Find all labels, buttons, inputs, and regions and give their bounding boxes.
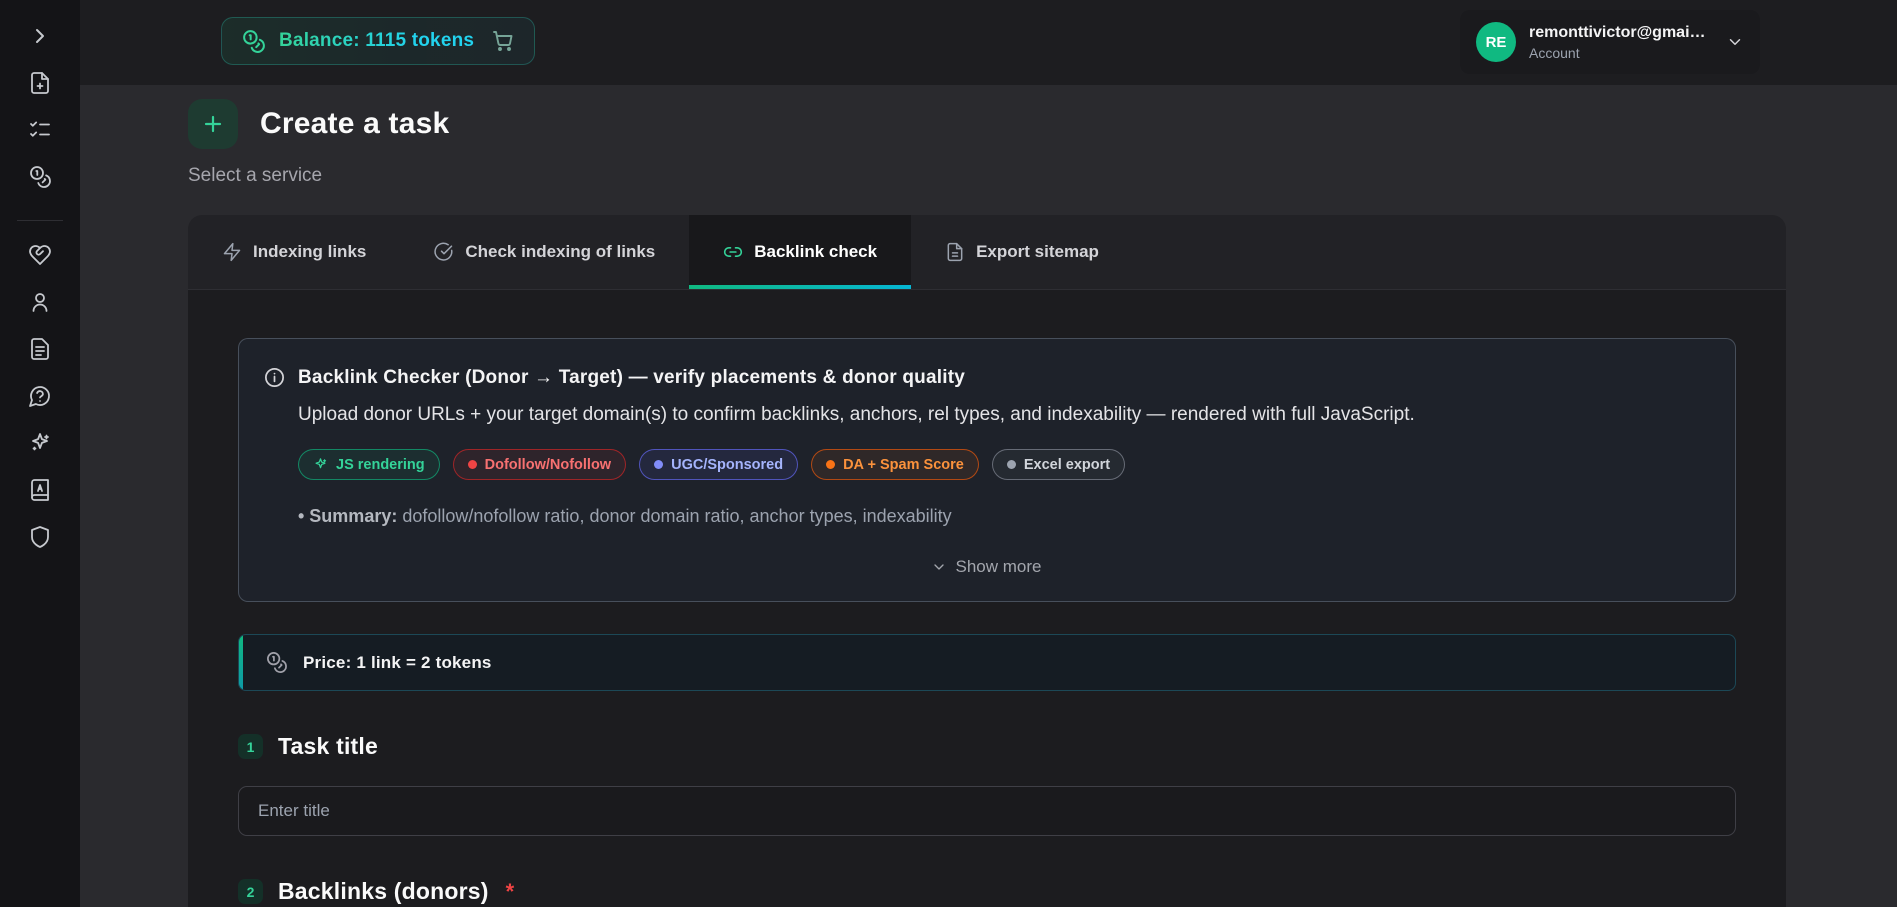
account-label: Account [1529,44,1580,61]
page-title: Create a task [260,107,450,140]
sidebar [0,0,80,907]
user-icon[interactable] [28,290,52,314]
tab-label: Backlink check [754,242,878,261]
coins-icon [241,29,266,54]
coins-icon[interactable] [28,165,52,189]
tab-label: Indexing links [253,242,367,261]
page-subtitle: Select a service [188,165,323,186]
file-plus-icon[interactable] [28,71,52,95]
feature-badges: JS rendering Dofollow/Nofollow UGC/Spons… [298,449,1709,480]
chevron-right-icon[interactable] [28,24,52,48]
gray-dot-icon [1006,460,1016,469]
red-dot-icon [467,460,477,469]
chevron-down-icon [933,564,944,570]
summary-text: dofollow/nofollow ratio, donor domain ra… [397,506,952,526]
check-circle-icon [434,242,453,261]
section-backlinks-donors: 2 Backlinks (donors) * [238,878,1736,905]
help-chat-icon[interactable] [28,384,52,408]
required-asterisk: * [505,878,515,904]
file-icon [947,242,963,262]
sparkles-icon [315,458,327,469]
shield-icon[interactable] [28,525,52,549]
badge-ugc-sponsored: UGC/Sponsored [639,449,799,480]
info-icon [263,366,286,389]
service-description: Upload donor URLs + your target domain(s… [298,404,1415,425]
cart-icon[interactable] [491,29,515,53]
topbar: Balance: 1115 tokens RE remonttivictor@g… [80,0,1897,85]
service-tabs: Indexing links Check indexing of links B… [188,215,1786,290]
account-email: remonttivictor@gmai… [1529,23,1706,41]
price-banner: Price: 1 link = 2 tokens [238,634,1736,691]
service-info-card: Backlink Checker (Donor → Target) — veri… [238,338,1736,602]
tab-label: Check indexing of links [465,242,656,261]
main-content: Create a task Select a service Indexing … [80,85,1897,907]
sidebar-divider [17,220,63,221]
section-task-title: 1 Task title [238,733,1736,760]
indigo-dot-icon [654,460,664,469]
step-number-badge: 2 [238,879,263,904]
glossary-book-icon[interactable] [28,478,52,502]
badge-dofollow-nofollow: Dofollow/Nofollow [452,449,627,480]
tab-backlink-check[interactable]: Backlink check [689,215,912,289]
summary-label: • Summary: [298,506,398,526]
section-title: Backlinks (donors) [278,878,489,904]
tab-check-indexing[interactable]: Check indexing of links [400,215,689,289]
coins-icon [267,652,287,673]
plus-icon [188,99,238,149]
balance-label: Balance: 1115 tokens [279,30,475,51]
avatar: RE [1476,22,1516,62]
task-list-icon[interactable] [28,118,52,142]
chevron-down-icon [1726,33,1744,51]
tab-label: Export sitemap [976,242,1099,261]
account-info: remonttivictor@gmai… Account [1529,24,1713,61]
tab-content: Backlink Checker (Donor → Target) — veri… [188,290,1786,907]
task-title-input[interactable] [238,786,1736,836]
service-panel: Indexing links Check indexing of links B… [188,215,1786,907]
link-icon [724,247,743,257]
heart-handshake-icon[interactable] [28,243,52,267]
orange-dot-icon [826,460,836,469]
sparkles-icon[interactable] [28,431,52,455]
badge-js-rendering: JS rendering [298,449,440,480]
file-text-icon[interactable] [28,337,52,361]
section-title: Task title [278,733,378,759]
balance-button[interactable]: Balance: 1115 tokens [221,17,536,65]
price-label: Price: 1 link = 2 tokens [303,652,492,672]
tab-export-sitemap[interactable]: Export sitemap [911,215,1133,289]
badge-da-spam-score: DA + Spam Score [811,449,979,480]
zap-icon [223,242,241,262]
page-header: Create a task [188,99,1897,149]
show-more-label: Show more [955,557,1042,576]
tab-indexing-links[interactable]: Indexing links [188,215,400,289]
badge-excel-export: Excel export [991,449,1126,480]
account-menu[interactable]: RE remonttivictor@gmai… Account [1460,10,1760,74]
summary-line: • Summary: dofollow/nofollow ratio, dono… [298,506,1709,527]
step-number-badge: 1 [238,734,263,759]
service-title: Backlink Checker (Donor → Target) — veri… [298,366,965,388]
show-more-button[interactable]: Show more [263,557,1709,577]
